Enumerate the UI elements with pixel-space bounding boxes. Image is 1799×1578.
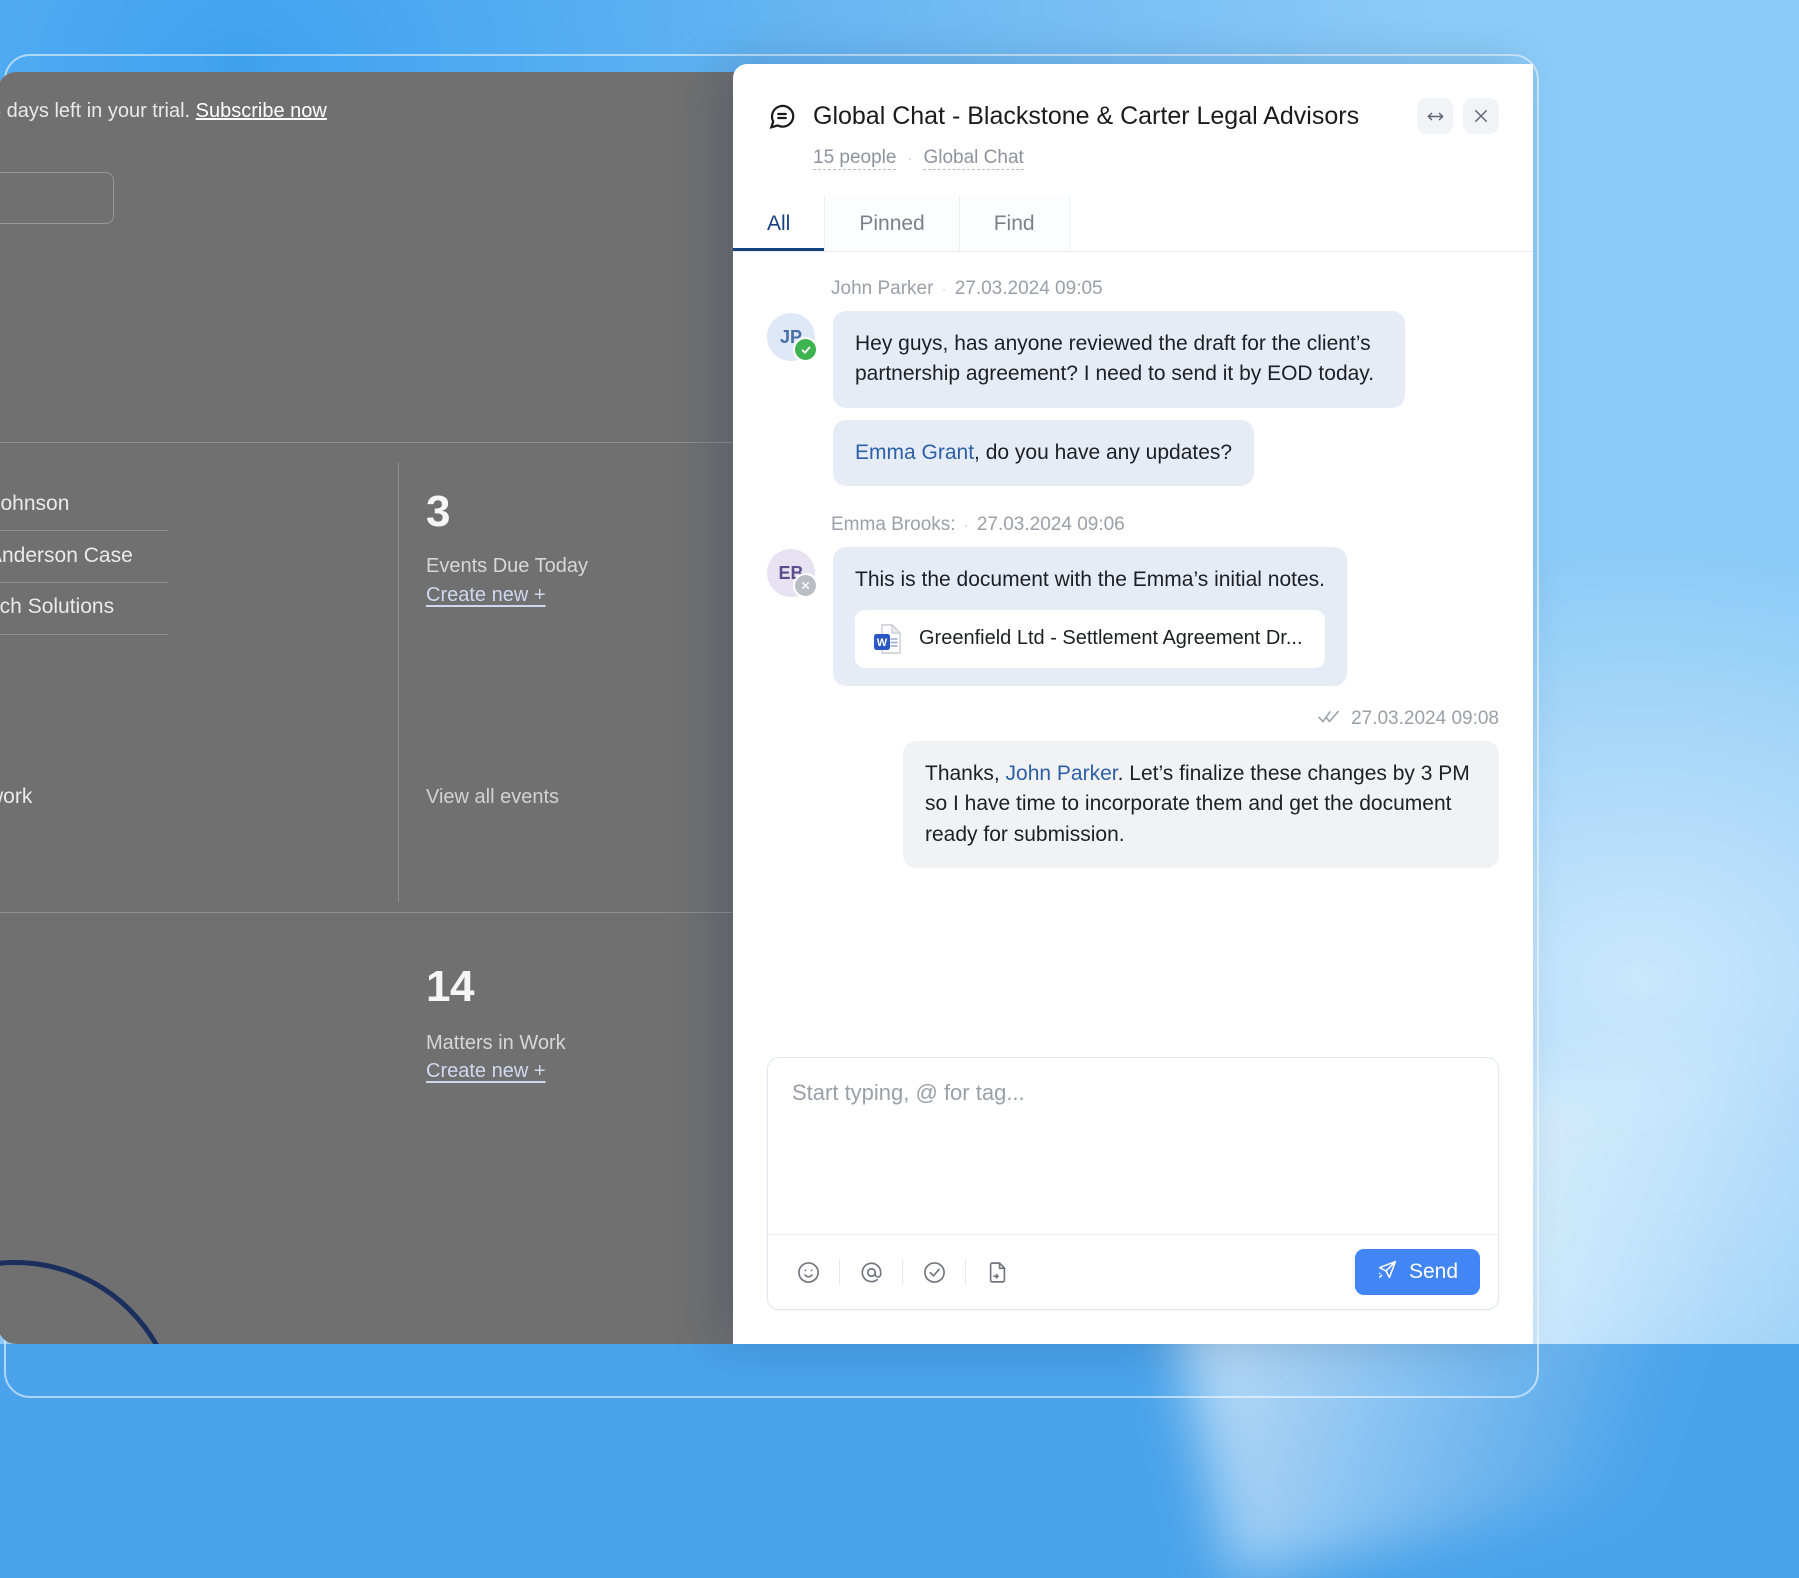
- message-bubble-text: , do you have any updates?: [974, 441, 1232, 464]
- view-all-events-link[interactable]: View all events: [426, 786, 559, 809]
- dashboard-divider: [398, 462, 399, 902]
- message-list[interactable]: John Parker · 27.03.2024 09:05 JP Hey gu…: [733, 252, 1533, 1035]
- outgoing-message: 27.03.2024 09:08 Thanks, John Parker. Le…: [767, 708, 1499, 868]
- chat-subtitle: 15 people · Global Chat: [813, 147, 1499, 170]
- create-new-event-link[interactable]: Create new +: [426, 584, 546, 607]
- attachment-filename: Greenfield Ltd - Settlement Agreement Dr…: [919, 624, 1303, 653]
- bottom-left-label: work: [0, 785, 32, 809]
- message-author: John Parker: [831, 278, 933, 299]
- chat-bubble-icon: [767, 101, 797, 131]
- global-chat-panel: Global Chat - Blackstone & Carter Legal …: [733, 64, 1533, 1344]
- meta-separator: ·: [939, 281, 950, 297]
- file-share-icon[interactable]: [975, 1250, 1019, 1294]
- events-due-today-value: 3: [426, 487, 450, 537]
- matters-in-work-label: Matters in Work: [426, 1032, 566, 1055]
- events-due-today-label: Events Due Today: [426, 555, 588, 578]
- composer: Start typing, @ for tag...: [767, 1057, 1499, 1310]
- task-check-icon[interactable]: [912, 1250, 956, 1294]
- create-new-matter-link[interactable]: Create new +: [426, 1060, 546, 1083]
- channel-name[interactable]: Global Chat: [923, 147, 1023, 170]
- outgoing-text-before: Thanks,: [925, 762, 1006, 785]
- message-timestamp: 27.03.2024 09:05: [955, 278, 1103, 299]
- tab-find[interactable]: Find: [960, 196, 1070, 251]
- tab-pinned[interactable]: Pinned: [825, 196, 959, 251]
- paper-plane-icon: [1377, 1259, 1398, 1286]
- meta-separator: ·: [961, 517, 972, 533]
- outgoing-timestamp: 27.03.2024 09:08: [1351, 708, 1499, 730]
- header-actions: [1417, 98, 1499, 134]
- outgoing-meta: 27.03.2024 09:08: [1318, 708, 1499, 730]
- chat-title: Global Chat - Blackstone & Carter Legal …: [813, 102, 1359, 131]
- composer-area: Start typing, @ for tag...: [733, 1035, 1533, 1344]
- message-bubble-text: This is the document with the Emma’s ini…: [855, 568, 1325, 591]
- dashboard-divider: [0, 582, 168, 583]
- message-timestamp: 27.03.2024 09:06: [977, 514, 1125, 535]
- dashboard-divider: [0, 634, 168, 635]
- message-bubble: Hey guys, has anyone reviewed the draft …: [833, 311, 1405, 408]
- toolbar-divider: [902, 1260, 903, 1284]
- message-bubble: Emma Grant, do you have any updates?: [833, 420, 1254, 486]
- list-item[interactable]: Anderson Case: [0, 544, 133, 568]
- message-meta: John Parker · 27.03.2024 09:05: [831, 278, 1499, 300]
- mention-link[interactable]: Emma Grant: [855, 441, 974, 464]
- dashboard-search-box[interactable]: [0, 172, 114, 224]
- people-count[interactable]: 15 people: [813, 147, 896, 170]
- toolbar-divider: [965, 1260, 966, 1284]
- trial-banner-text: 5 days left in your trial.: [0, 100, 190, 122]
- message-group: Emma Brooks: · 27.03.2024 09:06 EB This …: [767, 514, 1499, 685]
- subscribe-now-link[interactable]: Subscribe now: [196, 100, 327, 122]
- close-icon[interactable]: [1463, 98, 1499, 134]
- attachment-item[interactable]: W Greenfield Ltd - Settlement Agreement …: [855, 610, 1325, 668]
- chat-header: Global Chat - Blackstone & Carter Legal …: [733, 64, 1533, 170]
- emoji-icon[interactable]: [786, 1250, 830, 1294]
- double-check-icon: [1318, 708, 1340, 730]
- message-bubble: This is the document with the Emma’s ini…: [833, 547, 1347, 685]
- trial-banner: 5 days left in your trial. Subscribe now: [0, 100, 327, 123]
- dashboard-divider: [0, 530, 168, 531]
- tab-all[interactable]: All: [733, 196, 825, 251]
- matters-in-work-value: 14: [426, 962, 474, 1012]
- status-badge-online: [793, 337, 818, 362]
- mention-link[interactable]: John Parker: [1006, 762, 1118, 785]
- subtitle-separator: ·: [907, 150, 912, 167]
- toolbar-divider: [839, 1260, 840, 1284]
- message-group: John Parker · 27.03.2024 09:05 JP Hey gu…: [767, 278, 1499, 486]
- list-item[interactable]: ech Solutions: [0, 595, 114, 619]
- send-button[interactable]: Send: [1355, 1249, 1480, 1295]
- status-badge-offline: [793, 573, 818, 598]
- word-document-icon: W: [873, 623, 903, 655]
- avatar[interactable]: EB: [767, 549, 815, 597]
- mention-icon[interactable]: [849, 1250, 893, 1294]
- svg-text:W: W: [877, 637, 888, 649]
- list-item[interactable]: Johnson: [0, 492, 69, 516]
- send-button-label: Send: [1409, 1260, 1458, 1284]
- outgoing-bubble: Thanks, John Parker. Let’s finalize thes…: [903, 741, 1499, 868]
- avatar[interactable]: JP: [767, 313, 815, 361]
- message-meta: Emma Brooks: · 27.03.2024 09:06: [831, 514, 1499, 536]
- composer-toolbar: Send: [768, 1234, 1498, 1309]
- expand-horizontal-icon[interactable]: [1417, 98, 1453, 134]
- chat-tabs: All Pinned Find: [733, 196, 1533, 252]
- message-author: Emma Brooks:: [831, 514, 956, 535]
- message-input[interactable]: Start typing, @ for tag...: [768, 1058, 1498, 1234]
